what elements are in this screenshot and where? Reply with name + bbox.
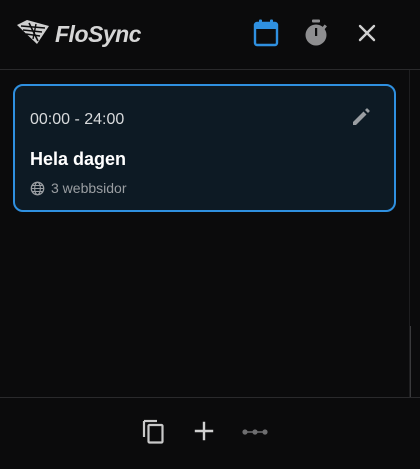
edit-icon	[350, 106, 372, 133]
logo-icon	[15, 19, 51, 50]
scrollbar[interactable]	[409, 70, 420, 398]
schedule-title: Hela dagen	[30, 149, 127, 169]
timer-icon	[303, 19, 329, 52]
app-name: FloSync	[55, 20, 141, 47]
sites-count: 3 webbsidor	[51, 180, 127, 196]
timer-button[interactable]	[301, 19, 331, 52]
calendar-button[interactable]	[251, 19, 281, 52]
globe-icon	[30, 181, 45, 196]
close-button[interactable]	[352, 20, 382, 50]
header: FloSync	[0, 0, 420, 70]
copy-icon	[140, 417, 166, 450]
copy-button[interactable]	[138, 418, 168, 448]
more-options-button[interactable]	[240, 418, 270, 448]
app-window: FloSync 00:00 - 24:00 Hela dagen 3 webbs…	[0, 0, 420, 469]
edit-button[interactable]	[348, 106, 374, 132]
time-range: 00:00 - 24:00	[30, 111, 125, 128]
schedule-card[interactable]: 00:00 - 24:00 Hela dagen 3 webbsidor	[13, 84, 396, 212]
calendar-icon	[253, 19, 279, 52]
plus-icon	[193, 420, 215, 447]
scrollbar-thumb[interactable]	[410, 326, 411, 398]
footer-toolbar	[0, 397, 420, 469]
close-icon	[357, 23, 377, 48]
add-button[interactable]	[189, 418, 219, 448]
sites-info: 3 webbsidor	[30, 180, 127, 196]
dots-icon	[241, 424, 269, 442]
logo: FloSync	[15, 17, 141, 51]
